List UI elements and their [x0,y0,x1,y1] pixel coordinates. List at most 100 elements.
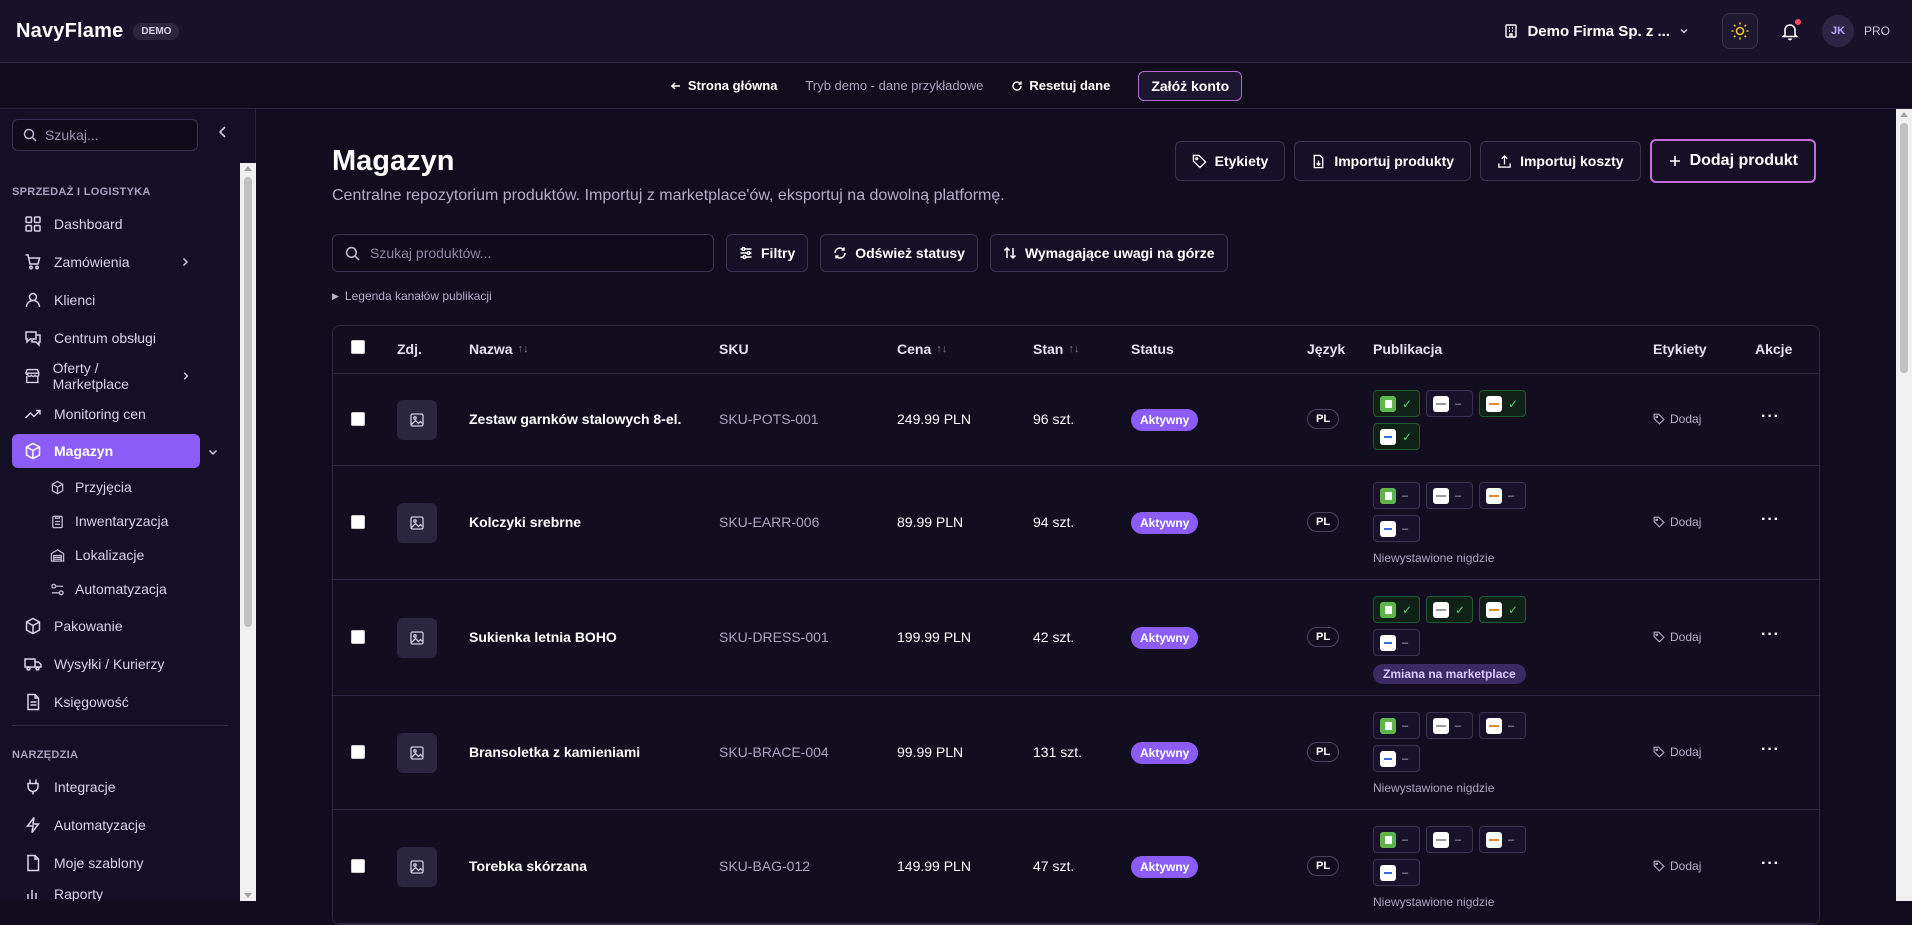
collapse-sidebar-button[interactable] [216,125,230,144]
user-menu[interactable]: JK PRO [1821,15,1890,47]
company-selector[interactable]: Demo Firma Sp. z ... [1485,23,1708,40]
product-name[interactable]: Bransoletka z kamieniami [469,744,640,760]
publication-channel-chip[interactable]: – [1479,482,1526,509]
publication-channel-chip[interactable]: ✓ [1373,423,1420,450]
scroll-up-arrow[interactable] [1900,112,1908,117]
add-tag-button[interactable]: Dodaj [1653,412,1701,426]
product-name[interactable]: Torebka skórzana [469,858,587,874]
sidebar-item-offers[interactable]: Oferty / Marketplace [12,359,200,393]
scroll-thumb[interactable] [1900,123,1908,373]
channel-legend-toggle[interactable]: ▶ Legenda kanałów publikacji [332,289,492,303]
import-products-button[interactable]: Importuj produkty [1294,141,1472,181]
add-tag-button[interactable]: Dodaj [1653,745,1701,759]
brand-logo[interactable]: NavyFlame [16,20,123,43]
warehouse-expand-toggle[interactable] [207,445,219,463]
table-row[interactable]: Torebka skórzana SKU-BAG-012 149.99 PLN … [333,810,1819,924]
sidebar-item-dashboard[interactable]: Dashboard [12,207,200,241]
sidebar-item-price-monitoring[interactable]: Monitoring cen [12,397,200,431]
select-all-checkbox[interactable] [351,340,365,354]
publication-channel-chip[interactable]: ✓ [1479,390,1526,417]
scroll-down-arrow[interactable] [244,893,252,898]
product-search-input[interactable]: Szukaj produktów... [370,245,491,261]
reset-data-button[interactable]: Resetuj dane [1011,78,1110,93]
sidebar-search[interactable]: Szukaj... [12,119,198,151]
sidebar-item-service[interactable]: Centrum obsługi [12,321,200,355]
add-product-button[interactable]: Dodaj produkt [1649,139,1816,183]
publication-channel-chip[interactable]: ✓ [1426,596,1473,623]
product-thumbnail[interactable] [397,400,437,440]
publication-channel-chip[interactable]: ✓ [1373,390,1420,417]
table-row[interactable]: Sukienka letnia BOHO SKU-DRESS-001 199.9… [333,580,1819,696]
publication-channel-chip[interactable]: – [1426,390,1473,417]
theme-toggle-button[interactable] [1721,13,1758,49]
publication-channel-chip[interactable]: ✓ [1373,596,1420,623]
row-actions-menu[interactable]: ··· [1761,855,1780,873]
row-checkbox[interactable] [351,859,365,873]
publication-channel-chip[interactable]: – [1373,712,1420,739]
column-stock[interactable]: Stan ↑↓ [1033,341,1079,357]
publication-channel-chip[interactable]: – [1479,826,1526,853]
product-thumbnail[interactable] [397,847,437,887]
import-costs-button[interactable]: Importuj koszty [1480,141,1641,181]
product-thumbnail[interactable] [397,618,437,658]
signup-button[interactable]: Załóż konto [1138,70,1243,101]
refresh-statuses-button[interactable]: Odśwież statusy [820,234,978,272]
row-checkbox[interactable] [351,515,365,529]
publication-channel-chip[interactable]: ✓ [1479,596,1526,623]
product-thumbnail[interactable] [397,733,437,773]
publication-channel-chip[interactable]: – [1373,745,1420,772]
product-name[interactable]: Zestaw garnków stalowych 8-el. [469,411,681,427]
sidebar-item-packing[interactable]: Pakowanie [12,609,200,643]
table-row[interactable]: Zestaw garnków stalowych 8-el. SKU-POTS-… [333,374,1819,466]
sort-attention-button[interactable]: Wymagające uwagi na górze [989,234,1228,272]
publication-channel-chip[interactable]: – [1373,515,1420,542]
sidebar-scrollbar[interactable] [240,163,256,901]
labels-button[interactable]: Etykiety [1174,141,1286,181]
publication-channel-chip[interactable]: – [1373,629,1420,656]
scroll-up-arrow[interactable] [244,166,252,171]
row-actions-menu[interactable]: ··· [1761,511,1780,529]
column-name[interactable]: Nazwa ↑↓ [469,341,529,357]
product-name[interactable]: Kolczyki srebrne [469,514,581,530]
scroll-thumb[interactable] [244,177,252,627]
publication-channel-chip[interactable]: – [1479,712,1526,739]
column-price[interactable]: Cena ↑↓ [897,341,947,357]
sidebar-item-warehouse[interactable]: Magazyn [12,434,200,468]
row-actions-menu[interactable]: ··· [1761,741,1780,759]
sidebar-subitem-automation[interactable]: Automatyzacja [50,576,167,602]
sidebar-subitem-locations[interactable]: Lokalizacje [50,542,144,568]
sidebar-item-reports[interactable]: Raporty [12,884,200,901]
sidebar-item-integrations[interactable]: Integracje [12,770,200,804]
sidebar-search-input[interactable]: Szukaj... [45,127,99,143]
sidebar-subitem-inventory[interactable]: Inwentaryzacja [50,508,168,534]
sidebar-item-shipping[interactable]: Wysyłki / Kurierzy [12,647,200,681]
filters-button[interactable]: Filtry [726,234,809,272]
sidebar-item-automations[interactable]: Automatyzacje [12,808,200,842]
product-thumbnail[interactable] [397,503,437,543]
product-search[interactable]: Szukaj produktów... [332,234,714,272]
table-row[interactable]: Bransoletka z kamieniami SKU-BRACE-004 9… [333,696,1819,810]
sidebar-item-templates[interactable]: Moje szablony [12,846,200,880]
sidebar-item-clients[interactable]: Klienci [12,283,200,317]
row-checkbox[interactable] [351,412,365,426]
publication-channel-chip[interactable]: – [1426,826,1473,853]
row-actions-menu[interactable]: ··· [1761,408,1780,426]
product-name[interactable]: Sukienka letnia BOHO [469,629,617,645]
publication-channel-chip[interactable]: – [1426,712,1473,739]
home-link[interactable]: Strona główna [670,78,777,93]
add-tag-button[interactable]: Dodaj [1653,630,1701,644]
publication-channel-chip[interactable]: – [1373,859,1420,886]
main-scrollbar[interactable] [1896,109,1912,901]
sidebar-item-accounting[interactable]: Księgowość [12,685,200,719]
table-row[interactable]: Kolczyki srebrne SKU-EARR-006 89.99 PLN … [333,466,1819,580]
publication-channel-chip[interactable]: – [1373,826,1420,853]
add-tag-button[interactable]: Dodaj [1653,859,1701,873]
row-checkbox[interactable] [351,630,365,644]
sidebar-subitem-receipts[interactable]: Przyjęcia [50,474,132,500]
row-actions-menu[interactable]: ··· [1761,626,1780,644]
publication-channel-chip[interactable]: – [1426,482,1473,509]
publication-channel-chip[interactable]: – [1373,482,1420,509]
add-tag-button[interactable]: Dodaj [1653,515,1701,529]
notifications-button[interactable] [1772,13,1808,49]
sidebar-item-orders[interactable]: Zamówienia [12,245,200,279]
